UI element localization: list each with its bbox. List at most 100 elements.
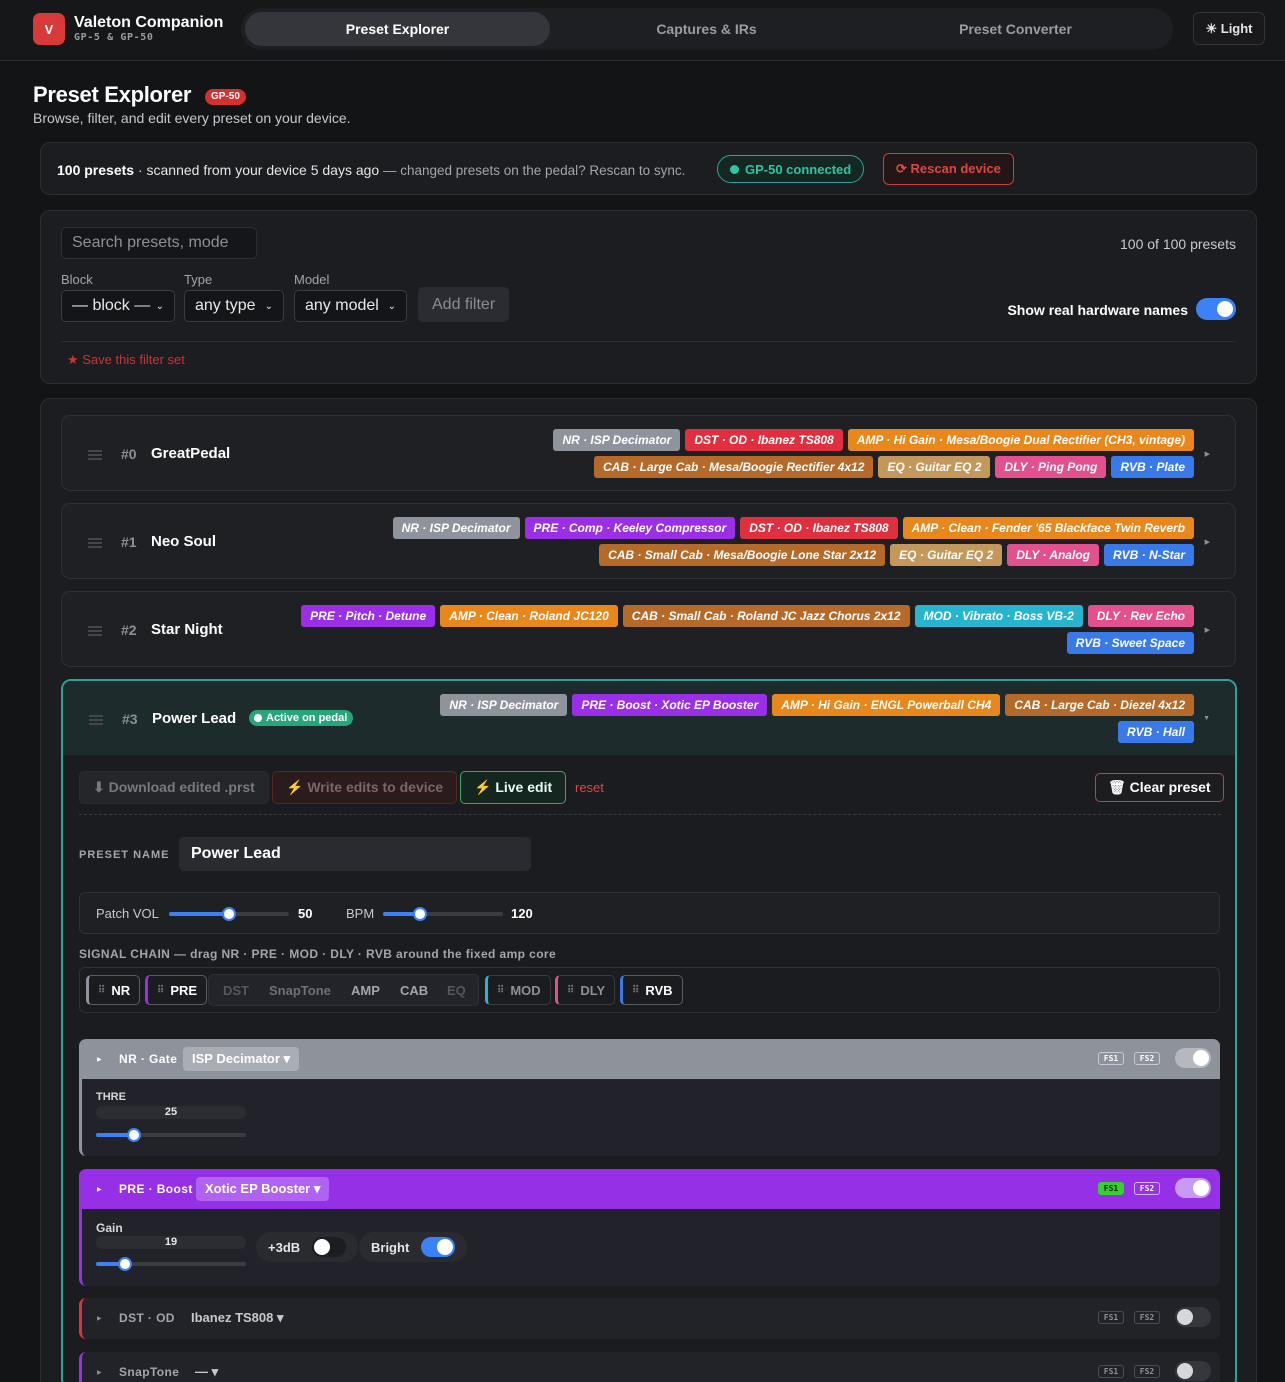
slider-thumb[interactable] <box>126 1128 141 1142</box>
switch-toggle[interactable] <box>312 1237 347 1257</box>
plus3db-switch[interactable]: +3dB <box>256 1232 359 1262</box>
block-select[interactable]: — block — ⌄ <box>61 290 175 322</box>
scan-hint: — changed presets on the pedal? Rescan t… <box>379 163 686 178</box>
block-enable-toggle[interactable] <box>1175 1307 1211 1327</box>
block-category: DST · OD <box>119 1311 175 1325</box>
block-enable-toggle[interactable] <box>1175 1361 1211 1381</box>
clear-preset-button[interactable]: 🗑 Clear preset <box>1095 773 1224 802</box>
fs2-toggle[interactable]: FS2 <box>1134 1311 1160 1324</box>
fixed-amp-core: DST SnapTone AMP CAB EQ <box>208 974 479 1006</box>
theme-toggle-button[interactable]: ☀ Light <box>1193 12 1265 45</box>
block-chip-rvb: RVB · N-Star <box>1103 544 1194 566</box>
slider-thumb[interactable] <box>412 907 427 921</box>
block-enable-toggle[interactable] <box>1175 1178 1211 1198</box>
model-dropdown[interactable]: ISP Decimator ▾ <box>183 1047 300 1071</box>
core-cab: CAB <box>400 983 429 998</box>
chain-block-label: PRE <box>170 982 198 998</box>
drag-handle-icon[interactable] <box>88 450 102 460</box>
chevron-right-icon[interactable]: ▶ <box>97 1186 102 1193</box>
block-filter-label: Block <box>61 272 93 287</box>
hw-names-toggle[interactable] <box>1196 298 1236 320</box>
download-prst-button[interactable]: ⬇ Download edited .prst <box>79 771 269 804</box>
slider-thumb[interactable] <box>222 907 236 921</box>
chain-block-rvb[interactable]: ⠿ RVB <box>620 975 683 1005</box>
drag-handle-icon[interactable] <box>88 626 102 636</box>
block-enable-toggle[interactable] <box>1175 1048 1211 1068</box>
chain-block-label: DLY <box>580 982 606 998</box>
block-chip-dly: DLY · Ping Pong <box>995 456 1107 478</box>
block-chip-mod: MOD · Vibrato · Boss VB-2 <box>914 605 1083 627</box>
grip-icon: ⠿ <box>632 984 640 996</box>
model-filter-label: Model <box>294 272 330 287</box>
block-chip-pre: PRE · Boost · Xotic EP Booster <box>572 694 768 716</box>
chevron-right-icon[interactable]: ▶ <box>1205 450 1210 458</box>
bpm-slider[interactable] <box>383 907 503 921</box>
bright-switch[interactable]: Bright <box>359 1232 468 1262</box>
preset-number: #3 <box>122 711 138 727</box>
param-slider[interactable] <box>96 1128 246 1142</box>
tab-preset-converter[interactable]: Preset Converter <box>863 12 1168 46</box>
global-params: Patch VOL 50 BPM 120 <box>79 892 1220 934</box>
add-filter-button[interactable]: Add filter <box>418 287 510 322</box>
type-select[interactable]: any type ⌄ <box>184 290 284 322</box>
chevron-down-icon[interactable]: ▼ <box>1203 715 1210 722</box>
chain-block-dly[interactable]: ⠿ DLY <box>555 975 616 1005</box>
block-snaptone-header[interactable]: ▶ SnapTone — ▾ FS1 FS2 <box>82 1352 1220 1382</box>
preset-row-expanded-header[interactable]: #3 Power Lead Active on pedal NR · ISP D… <box>63 681 1235 755</box>
chain-block-label: RVB <box>645 982 673 998</box>
chevron-right-icon[interactable]: ▶ <box>97 1315 102 1322</box>
chevron-right-icon[interactable]: ▶ <box>1205 626 1210 634</box>
chain-block-mod[interactable]: ⠿ MOD <box>485 975 551 1005</box>
model-select[interactable]: any model ⌄ <box>294 290 407 322</box>
model-dropdown[interactable]: Xotic EP Booster ▾ <box>196 1177 330 1201</box>
block-chip-nr: NR · ISP Decimator <box>392 517 520 539</box>
block-nr-header[interactable]: ▶ NR · Gate ISP Decimator ▾ FS1 FS2 <box>82 1039 1220 1079</box>
search-input[interactable]: Search presets, mode <box>61 227 257 259</box>
fs1-toggle[interactable]: FS1 <box>1098 1311 1124 1324</box>
chevron-right-icon[interactable]: ▶ <box>1205 538 1210 546</box>
toggle-knob <box>1177 1309 1193 1325</box>
preset-row[interactable]: #2 Star Night PRE · Pitch · Detune AMP · Cl… <box>61 591 1236 667</box>
block-chips: PRE · Pitch · Detune AMP · Clean · Roland… <box>301 605 1194 654</box>
page-subtitle: Browse, filter, and edit every preset on… <box>33 110 351 126</box>
block-chip-cab: CAB · Large Cab · Diezel 4x12 <box>1005 694 1194 716</box>
block-chip-rvb: RVB · Hall <box>1117 721 1194 743</box>
chevron-right-icon[interactable]: ▶ <box>97 1056 102 1063</box>
patch-vol-slider[interactable] <box>169 907 289 921</box>
fs1-toggle[interactable]: FS1 <box>1098 1182 1124 1195</box>
live-edit-button[interactable]: ⚡ Live edit <box>460 771 567 804</box>
fs2-toggle[interactable]: FS2 <box>1134 1365 1160 1378</box>
core-eq: EQ <box>447 983 466 998</box>
model-dropdown[interactable]: Ibanez TS808 ▾ <box>182 1306 293 1330</box>
fs1-toggle[interactable]: FS1 <box>1098 1365 1124 1378</box>
model-dropdown[interactable]: — ▾ <box>186 1360 227 1382</box>
chevron-right-icon[interactable]: ▶ <box>97 1369 102 1376</box>
drag-handle-icon[interactable] <box>89 715 103 725</box>
rescan-device-button[interactable]: ⟳ Rescan device <box>883 153 1014 185</box>
param-slider[interactable] <box>96 1257 246 1271</box>
preset-name-input[interactable]: Power Lead <box>179 837 531 871</box>
slider-thumb[interactable] <box>117 1257 132 1271</box>
fs2-toggle[interactable]: FS2 <box>1134 1182 1160 1195</box>
block-snaptone: ▶ SnapTone — ▾ FS1 FS2 <box>79 1352 1220 1382</box>
save-filter-set-link[interactable]: ★ Save this filter set <box>67 352 185 368</box>
chip-line: NR · ISP Decimator DST · OD · Ibanez TS80… <box>553 429 1194 451</box>
tab-preset-explorer[interactable]: Preset Explorer <box>245 12 550 46</box>
fs2-toggle[interactable]: FS2 <box>1134 1052 1160 1065</box>
preset-count: 100 presets <box>57 162 135 178</box>
preset-name: Power Lead <box>152 710 237 727</box>
tab-captures-irs[interactable]: Captures & IRs <box>554 12 859 46</box>
block-chip-dst: DST · OD · Ibanez TS808 <box>685 429 843 451</box>
reset-link[interactable]: reset <box>575 780 604 795</box>
drag-handle-icon[interactable] <box>88 538 102 548</box>
block-pre-header[interactable]: ▶ PRE · Boost Xotic EP Booster ▾ FS1 FS2 <box>82 1169 1220 1209</box>
preset-row[interactable]: #1 Neo Soul NR · ISP Decimator PRE · Comp ·… <box>61 503 1236 579</box>
block-dst-header[interactable]: ▶ DST · OD Ibanez TS808 ▾ FS1 FS2 <box>82 1298 1220 1338</box>
core-snaptone: SnapTone <box>269 983 331 998</box>
preset-row[interactable]: #0 GreatPedal NR · ISP Decimator DST · OD ·… <box>61 415 1236 491</box>
fs1-toggle[interactable]: FS1 <box>1098 1052 1124 1065</box>
chain-block-nr[interactable]: ⠿ NR <box>86 975 141 1005</box>
write-to-device-button[interactable]: ⚡ Write edits to device <box>272 771 458 804</box>
chain-block-pre[interactable]: ⠿ PRE <box>145 975 208 1005</box>
switch-toggle[interactable] <box>421 1237 456 1257</box>
